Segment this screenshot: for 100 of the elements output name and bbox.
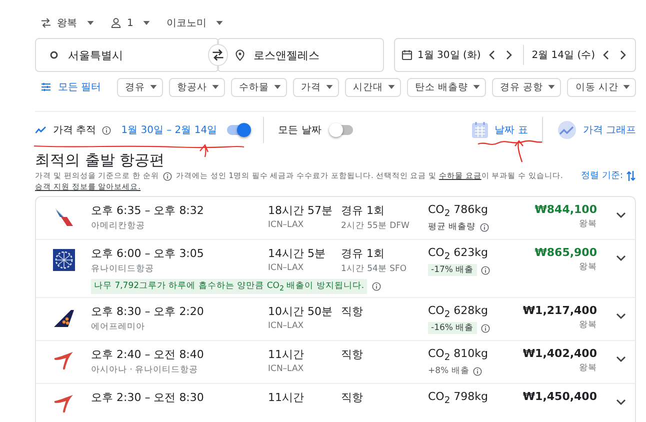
view-button[interactable]: 가격 그래프 — [556, 120, 636, 140]
filter-chip[interactable]: 경유 — [117, 78, 164, 96]
info-icon — [480, 222, 489, 232]
caret-icon — [87, 21, 94, 25]
flight-times: 오후 6:35 – 오후 8:32 — [91, 203, 205, 218]
filter-icon — [40, 81, 52, 93]
calendar-grid-icon — [470, 121, 489, 139]
caret-icon — [473, 85, 480, 89]
departure-date-field[interactable]: 1월 30일 (화) — [418, 48, 481, 62]
flight-times: 오후 8:30 – 오후 2:20 — [91, 304, 205, 319]
all-dates-toggle[interactable] — [331, 125, 354, 135]
all-filters-button[interactable]: 모든 필터 — [40, 80, 102, 94]
flight-duration: 14시간 5분 — [268, 246, 326, 261]
swap-arrows-icon — [40, 17, 52, 29]
caret-icon — [143, 21, 150, 25]
flight-duration: 11시간 — [268, 390, 305, 405]
airline-name: 유나이티드항공 — [91, 263, 155, 275]
previous-icon[interactable] — [603, 50, 609, 60]
destination-field[interactable]: 로스앤젤레스 — [216, 38, 384, 72]
trip-option-dropdown[interactable]: 1 — [110, 17, 150, 29]
next-icon[interactable] — [620, 50, 626, 60]
airline-logo-icon — [52, 206, 74, 228]
flight-row[interactable]: 오후 8:30 – 오후 2:20 에어프레미아 10시간 50분 ICN–LAX 직항 CO$_{2}$ 628kg -16% 배출 ₩1,217,400 왕복 — [36, 298, 635, 341]
layover-info: 1시간 54분 SFO — [341, 263, 408, 275]
filter-chip[interactable]: 경유 공항 — [492, 78, 562, 96]
trip-option-dropdown[interactable]: 이코노미 — [166, 16, 224, 30]
info-icon — [162, 172, 172, 180]
price-tracking-label: 가격 추적 — [53, 124, 96, 137]
info-icon — [473, 366, 482, 376]
section-title: 최적의 출발 항공편 — [35, 151, 165, 170]
next-icon[interactable] — [506, 50, 512, 60]
layover-info: 2시간 55분 DFW — [341, 220, 410, 232]
info-icon — [480, 324, 490, 333]
flight-price: ₩1,402,400 — [522, 346, 597, 360]
filter-chip[interactable]: 이동 시간 — [567, 78, 636, 96]
price-tracking-toggle[interactable] — [227, 125, 250, 135]
stops-count: 직항 — [341, 390, 364, 405]
filter-chip[interactable]: 항공사 — [169, 78, 226, 96]
fare-type: 왕복 — [579, 218, 597, 230]
emission-savings-banner: 나무 7,792그루가 하루에 흡수하는 양만큼 CO$_{2}$ 배출이 방지됩니다. — [91, 279, 368, 294]
flight-duration: 10시간 50분 — [268, 304, 334, 319]
filter-chip[interactable]: 가격 — [293, 78, 340, 96]
flight-row[interactable]: 오후 2:40 – 오전 8:40 아시아나 · 유나이티드항공 11시간 ICN–LAX 직항 CO$_{2}$ 810kg +8% 배출 ₩1,402,400 왕복 — [36, 340, 635, 384]
stops-count: 경유 1회 — [341, 203, 386, 218]
filter-chip[interactable]: 시간대 — [345, 78, 402, 96]
emission-label: 평균 배출량 — [428, 221, 476, 234]
co2-emission: CO$_{2}$ 628kg — [428, 304, 490, 320]
sort-button[interactable]: 정렬 기준: — [581, 169, 636, 182]
flight-row[interactable]: 오후 6:35 – 오후 8:32 아메리칸항공 18시간 57분 ICN–LAX 경유 1회 2시간 55분 DFW CO$_{2}$ 786kg 평균 배출량 ₩844,100 왕복 — [36, 197, 635, 240]
flight-row[interactable]: 오후 6:00 – 오후 3:05 유나이티드항공 14시간 5분 ICN–LAX 경유 1회 1시간 54분 SFO CO$_{2}$ 623kg -17% 배출 ₩865,900 왕복 나무 7,792그루가 하루에 흡수하는 양만큼 CO$_{2}$ 배출이 방지됩니다. — [36, 240, 635, 298]
return-date-field[interactable]: 2월 14일 (수) — [532, 48, 595, 62]
fare-type: 왕복 — [579, 362, 597, 374]
tracking-dates: 1월 30일 – 2월 14일 — [121, 124, 218, 137]
fare-type: 왕복 — [579, 261, 597, 273]
flight-duration: 18시간 57분 — [268, 203, 334, 218]
route-code: ICN–LAX — [268, 320, 305, 331]
flight-price: ₩1,450,400 — [522, 390, 597, 403]
line-chart-icon — [556, 120, 577, 140]
flight-row[interactable]: 오후 2:30 – 오전 8:30 11시간 직항 CO$_{2}$ 798kg ₩1,450,400 — [36, 384, 635, 422]
all-dates-label: 모든 날짜 — [278, 124, 322, 137]
airline-name: 아메리칸항공 — [91, 220, 146, 232]
emission-badge: -17% 배출 — [428, 264, 477, 276]
airline-logo-icon — [52, 350, 74, 372]
caret-icon — [150, 85, 158, 89]
airline-name: 에어프레미아 — [91, 320, 146, 333]
view-button[interactable]: 날짜 표 — [470, 121, 528, 139]
calendar-icon — [400, 49, 412, 61]
trip-option-dropdown[interactable]: 왕복 — [40, 16, 94, 30]
co2-emission: CO$_{2}$ 810kg — [428, 346, 490, 364]
emission-badge: -16% 배출 — [428, 322, 477, 334]
origin-field[interactable]: 서울특별시 — [35, 38, 220, 72]
emission-label: +8% 배출 — [428, 365, 470, 378]
flight-duration: 11시간 — [268, 346, 305, 362]
stops-count: 직항 — [341, 346, 364, 362]
co2-emission: CO$_{2}$ 623kg — [428, 246, 490, 262]
co2-emission: CO$_{2}$ 798kg — [428, 390, 490, 406]
flight-times: 오후 2:40 – 오전 8:40 — [91, 346, 205, 362]
caret-icon — [212, 85, 220, 89]
annotation-drawing — [477, 138, 545, 164]
route-code: ICN–LAX — [268, 220, 305, 230]
flight-times: 오후 6:00 – 오후 3:05 — [91, 246, 205, 261]
sort-icon — [626, 170, 636, 182]
stops-count: 직항 — [341, 304, 364, 319]
circle-icon — [48, 49, 60, 61]
caret-icon — [548, 85, 556, 89]
flight-price: ₩865,900 — [534, 246, 597, 259]
previous-icon[interactable] — [488, 50, 495, 60]
airline-logo-icon — [52, 249, 74, 271]
info-icon — [480, 266, 490, 275]
caret-icon — [623, 85, 630, 89]
flight-times: 오후 2:30 – 오전 8:30 — [91, 390, 205, 405]
filter-chip[interactable]: 수하물 — [231, 78, 288, 96]
route-code: ICN–LAX — [268, 263, 305, 273]
filter-chip[interactable]: 탄소 배출량 — [407, 78, 486, 96]
co2-emission: CO$_{2}$ 786kg — [428, 203, 490, 220]
swap-icon[interactable] — [208, 44, 228, 66]
flight-price: ₩1,217,400 — [522, 304, 597, 317]
airline-name: 아시아나 · 유나이티드항공 — [91, 364, 200, 376]
route-code: ICN–LAX — [268, 364, 305, 374]
info-icon — [102, 126, 112, 134]
